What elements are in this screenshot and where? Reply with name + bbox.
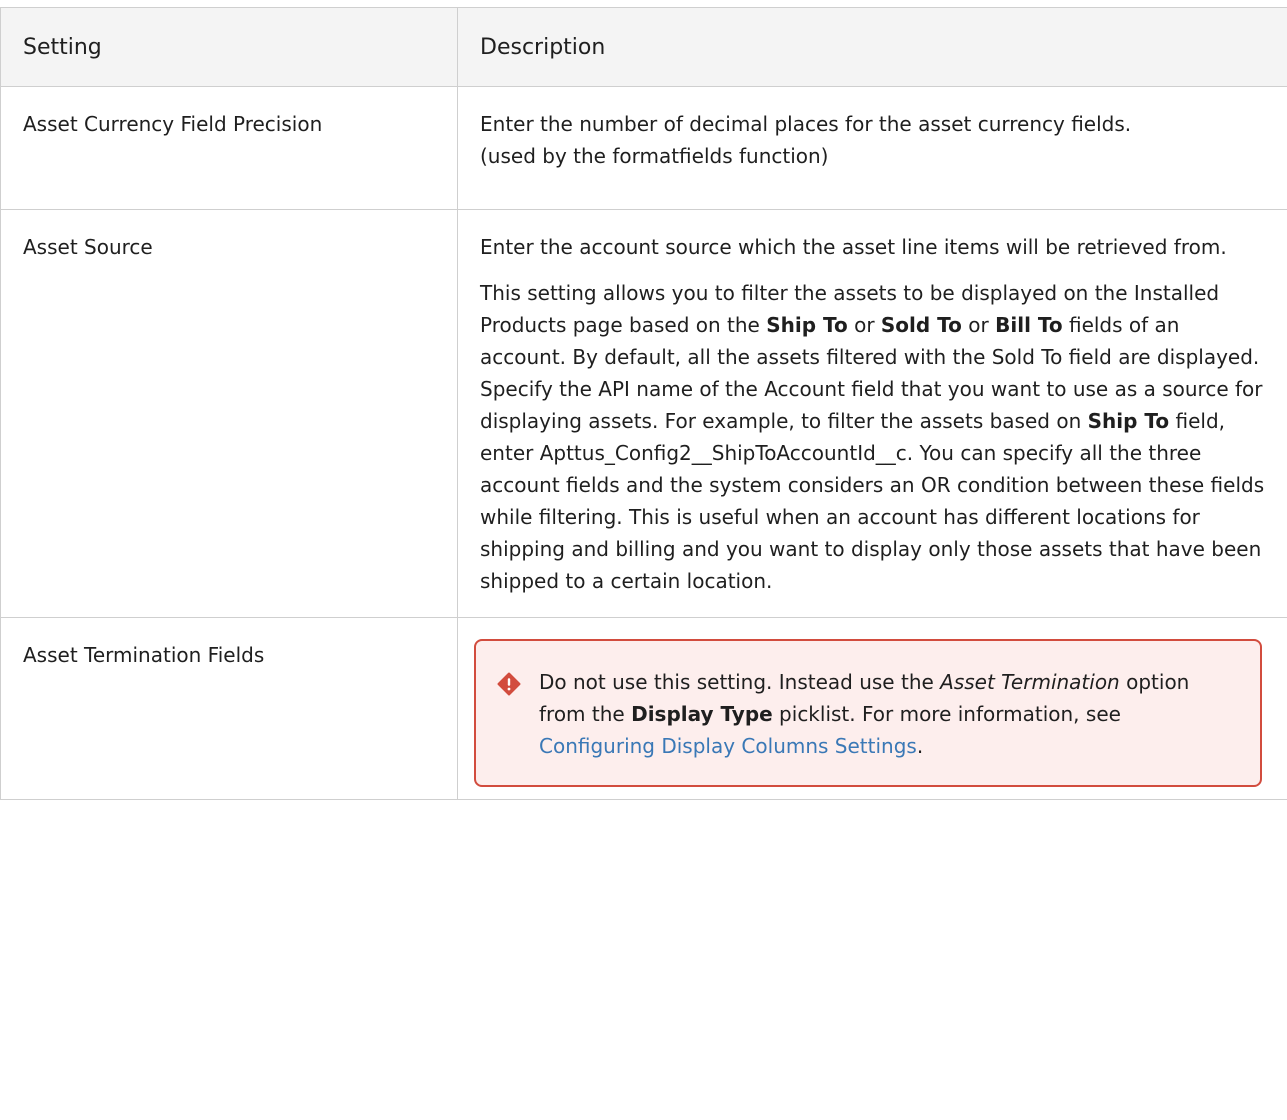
warning-text: Do not use this setting. Instead use the… bbox=[539, 670, 1190, 758]
table-row: Asset Source Enter the account source wh… bbox=[0, 209, 1287, 618]
header-setting: Setting bbox=[0, 7, 458, 87]
description-note: (used by the formatfields function) bbox=[480, 144, 829, 168]
setting-description: Enter the account source which the asset… bbox=[457, 209, 1287, 618]
setting-description: Do not use this setting. Instead use the… bbox=[457, 617, 1287, 800]
configuring-display-columns-link[interactable]: Configuring Display Columns Settings bbox=[539, 734, 917, 758]
description-text: Enter the account source which the asset… bbox=[480, 235, 1227, 259]
table-row: Asset Termination Fields Do not use this… bbox=[0, 617, 1287, 800]
header-description: Description bbox=[457, 7, 1287, 87]
description-text: This setting allows you to filter the as… bbox=[480, 281, 1265, 593]
warning-diamond-icon bbox=[497, 672, 521, 696]
setting-name: Asset Source bbox=[0, 209, 458, 618]
setting-description: Enter the number of decimal places for t… bbox=[457, 86, 1287, 210]
header-row: Setting Description bbox=[0, 7, 1287, 87]
settings-table: Setting Description Asset Currency Field… bbox=[0, 7, 1287, 800]
warning-callout: Do not use this setting. Instead use the… bbox=[474, 639, 1262, 787]
table-row: Asset Currency Field Precision Enter the… bbox=[0, 86, 1287, 210]
description-text: Enter the number of decimal places for t… bbox=[480, 112, 1132, 136]
setting-name: Asset Currency Field Precision bbox=[0, 86, 458, 210]
setting-name: Asset Termination Fields bbox=[0, 617, 458, 800]
